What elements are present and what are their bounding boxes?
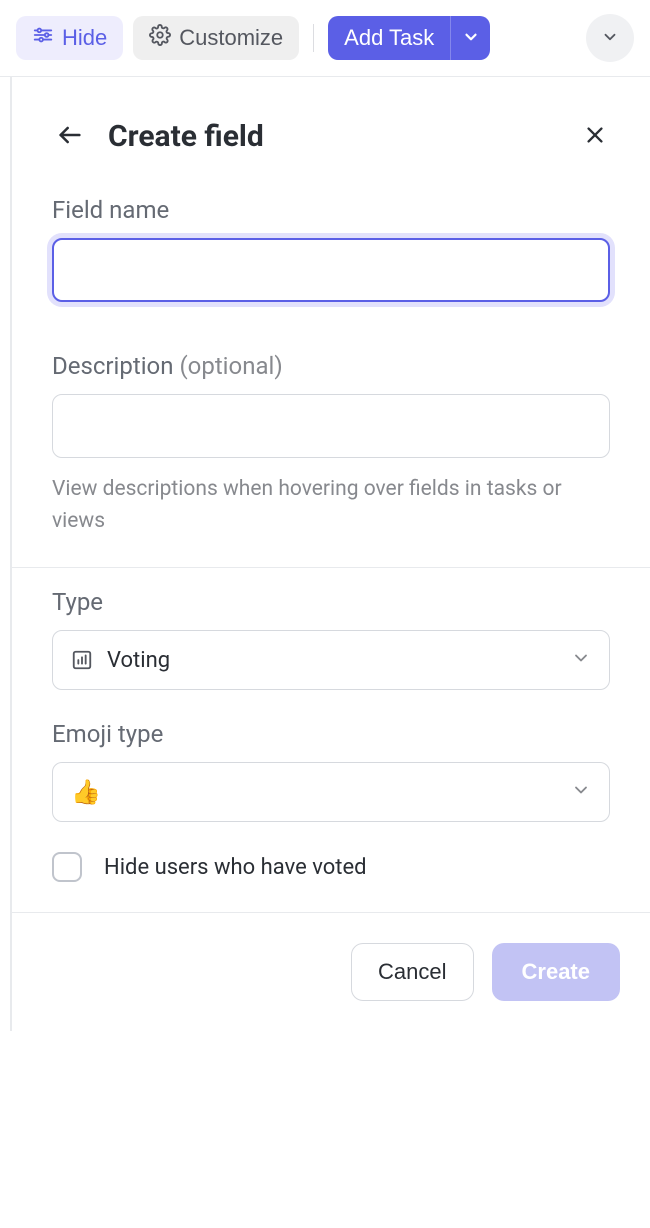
back-button[interactable] bbox=[52, 117, 88, 156]
description-label: Description (optional) bbox=[52, 352, 610, 380]
arrow-left-icon bbox=[56, 137, 84, 152]
hide-button[interactable]: Hide bbox=[16, 16, 123, 60]
top-toolbar: Hide Customize Add Task bbox=[0, 0, 650, 77]
chevron-down-icon bbox=[571, 648, 591, 672]
toolbar-divider bbox=[313, 24, 314, 52]
close-icon bbox=[584, 134, 606, 149]
gear-icon bbox=[149, 24, 171, 52]
hide-users-checkbox-row: Hide users who have voted bbox=[52, 852, 610, 882]
type-label: Type bbox=[52, 588, 610, 616]
description-section: Description (optional) View descriptions… bbox=[12, 352, 650, 567]
add-task-button[interactable]: Add Task bbox=[328, 16, 450, 60]
sliders-icon bbox=[32, 24, 54, 52]
hide-users-checkbox-label: Hide users who have voted bbox=[104, 855, 367, 880]
panel-header: Create field bbox=[12, 77, 650, 176]
close-button[interactable] bbox=[580, 120, 610, 153]
field-name-section: Field name bbox=[12, 196, 650, 332]
chevron-down-icon bbox=[601, 28, 619, 49]
emoji-type-label: Emoji type bbox=[52, 720, 610, 748]
panel-title: Create field bbox=[108, 119, 560, 154]
field-name-label: Field name bbox=[52, 196, 610, 224]
emoji-type-select[interactable]: 👍 bbox=[52, 762, 610, 822]
type-select[interactable]: Voting bbox=[52, 630, 610, 690]
add-task-group: Add Task bbox=[328, 16, 490, 60]
hide-users-checkbox[interactable] bbox=[52, 852, 82, 882]
more-options-button[interactable] bbox=[586, 14, 634, 62]
customize-button[interactable]: Customize bbox=[133, 16, 299, 60]
description-helper-text: View descriptions when hovering over fie… bbox=[52, 474, 610, 537]
chevron-down-icon bbox=[571, 780, 591, 804]
emoji-type-select-value: 👍 bbox=[71, 778, 557, 806]
customize-button-label: Customize bbox=[179, 25, 283, 51]
cancel-button-label: Cancel bbox=[378, 959, 446, 984]
field-name-input[interactable] bbox=[52, 238, 610, 302]
type-section: Type Voting Emoji type 👍 bbox=[12, 588, 650, 912]
description-optional-hint: (optional) bbox=[179, 352, 282, 380]
create-button[interactable]: Create bbox=[492, 943, 620, 1001]
cancel-button[interactable]: Cancel bbox=[351, 943, 473, 1001]
add-task-button-label: Add Task bbox=[344, 25, 434, 51]
create-button-label: Create bbox=[522, 959, 590, 984]
chevron-down-icon bbox=[462, 28, 480, 49]
panel-footer: Cancel Create bbox=[12, 913, 650, 1031]
create-field-panel: Create field Field name Description (opt… bbox=[10, 77, 650, 1031]
type-select-value: Voting bbox=[107, 648, 557, 673]
hide-button-label: Hide bbox=[62, 25, 107, 51]
section-divider bbox=[12, 567, 650, 568]
description-input[interactable] bbox=[52, 394, 610, 458]
add-task-dropdown-button[interactable] bbox=[450, 16, 490, 60]
voting-icon bbox=[71, 649, 93, 671]
description-label-text: Description bbox=[52, 352, 174, 380]
